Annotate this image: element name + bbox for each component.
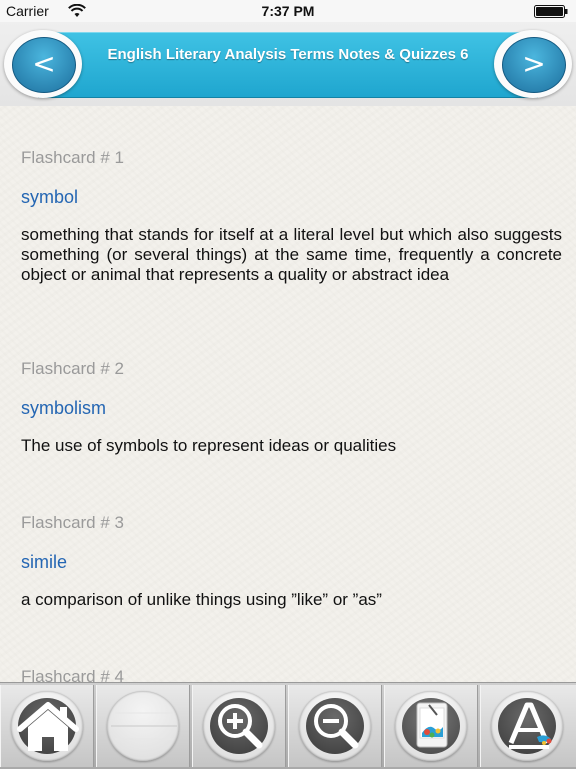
flashcard-definition: a comparison of unlike things using ”lik… xyxy=(21,590,382,609)
zoom-in-icon xyxy=(218,704,263,749)
flashcard-number: Flashcard # 2 xyxy=(21,359,124,378)
previous-arrow-icon: < xyxy=(12,37,76,93)
next-glyph: > xyxy=(522,47,546,80)
flashcard-number: Flashcard # 1 xyxy=(21,148,124,167)
status-bar: Carrier 7:37 PM xyxy=(0,0,576,22)
bottom-toolbar xyxy=(0,682,576,769)
home-icon xyxy=(17,702,79,751)
home-button[interactable] xyxy=(0,685,94,767)
zoom-in-button[interactable] xyxy=(192,685,286,767)
flashcard-term: symbol xyxy=(21,187,79,207)
title-banner xyxy=(38,32,538,98)
font-button[interactable] xyxy=(480,685,576,767)
flashcard-4: Flashcard # 4 xyxy=(21,667,562,682)
flashcard-3: Flashcard # 3 simile a comparison of unl… xyxy=(21,513,562,610)
previous-glyph: < xyxy=(32,47,56,80)
next-button[interactable]: > xyxy=(494,30,572,98)
flashcard-number: Flashcard # 3 xyxy=(21,513,124,532)
flashcard-number: Flashcard # 4 xyxy=(21,667,124,682)
previous-button[interactable]: < xyxy=(4,30,82,98)
font-icon xyxy=(508,702,552,749)
flashcard-list[interactable]: Flashcard # 1 symbol something that stan… xyxy=(0,106,576,682)
flashcard-2: Flashcard # 2 symbolism The use of symbo… xyxy=(21,359,562,456)
status-time: 7:37 PM xyxy=(261,3,315,19)
flashcards-button[interactable] xyxy=(384,685,478,767)
header: English Literary Analysis Terms Notes & … xyxy=(0,22,576,106)
zoom-out-icon xyxy=(314,704,359,749)
flashcard-term: simile xyxy=(21,552,68,572)
flashcard-definition: something that stands for itself at a li… xyxy=(21,225,562,284)
zoom-out-button[interactable] xyxy=(288,685,382,767)
blank-button[interactable] xyxy=(96,685,190,767)
page-title: English Literary Analysis Terms Notes & … xyxy=(107,46,469,63)
flashcard-term: symbolism xyxy=(21,398,107,418)
next-arrow-icon: > xyxy=(502,37,566,93)
flashcards-icon xyxy=(416,702,448,748)
battery-icon xyxy=(534,5,568,18)
flashcard-definition: The use of symbols to represent ideas or… xyxy=(21,436,397,455)
flashcard-1: Flashcard # 1 symbol something that stan… xyxy=(21,148,562,285)
blank-disc-lines xyxy=(111,712,177,740)
